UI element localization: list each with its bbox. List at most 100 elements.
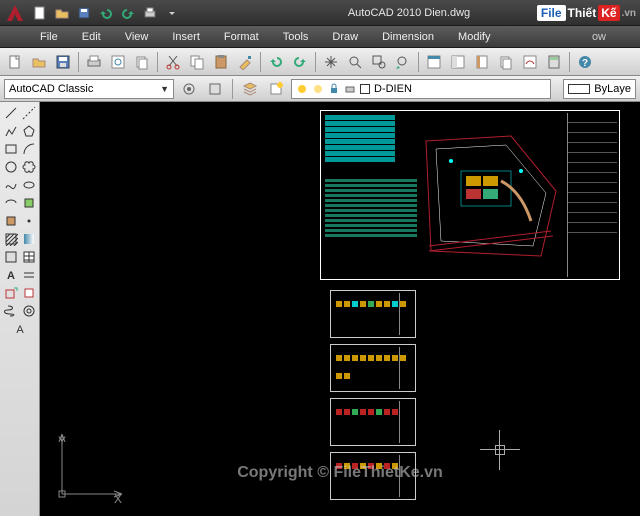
gradient-icon[interactable] — [20, 230, 37, 247]
toolpalettes-icon[interactable] — [471, 51, 493, 73]
zoom-window-icon[interactable] — [368, 51, 390, 73]
zoom-previous-icon[interactable] — [392, 51, 414, 73]
layer-combo[interactable]: D-DIEN — [291, 79, 551, 99]
menu-insert[interactable]: Insert — [162, 29, 210, 45]
plot-preview-icon[interactable] — [107, 51, 129, 73]
workspace-combo[interactable]: AutoCAD Classic ▼ — [4, 79, 174, 99]
table-icon[interactable] — [20, 248, 37, 265]
sheet-thumbnail — [330, 344, 416, 392]
open-icon[interactable] — [28, 51, 50, 73]
helix-icon[interactable] — [2, 302, 19, 319]
chevron-down-icon: ▼ — [160, 84, 169, 94]
qat-redo-icon[interactable] — [118, 3, 138, 23]
layer-manager-icon[interactable] — [239, 78, 261, 100]
sheet-thumbnail — [330, 398, 416, 446]
menu-tools[interactable]: Tools — [273, 29, 319, 45]
matchprop-icon[interactable] — [234, 51, 256, 73]
point-icon[interactable] — [20, 212, 37, 229]
layer-name: D-DIEN — [374, 83, 412, 95]
qat-dropdown-icon[interactable] — [162, 3, 182, 23]
rectangle-icon[interactable] — [2, 140, 19, 157]
insert-block-icon[interactable] — [20, 194, 37, 211]
add-selected-icon[interactable] — [2, 284, 19, 301]
title-bar: AutoCAD 2010 Dien.dwg FileThiếtKế.vn — [0, 0, 640, 26]
layer-plot-icon — [344, 83, 356, 95]
redo-icon[interactable] — [289, 51, 311, 73]
menu-file[interactable]: File — [30, 29, 68, 45]
layer-on-icon — [296, 83, 308, 95]
menu-edit[interactable]: Edit — [72, 29, 111, 45]
color-swatch — [568, 84, 590, 94]
cut-icon[interactable] — [162, 51, 184, 73]
text-icon[interactable]: A — [11, 320, 28, 337]
sheetset-icon[interactable] — [495, 51, 517, 73]
standard-toolbar: ? — [0, 48, 640, 76]
qat-plot-icon[interactable] — [140, 3, 160, 23]
hatch-icon[interactable] — [2, 230, 19, 247]
sheet-stack — [330, 290, 420, 506]
menu-draw[interactable]: Draw — [322, 29, 368, 45]
line-icon[interactable] — [2, 104, 19, 121]
mtext-icon[interactable]: A — [2, 266, 19, 283]
polyline-icon[interactable] — [2, 122, 19, 139]
undo-icon[interactable] — [265, 51, 287, 73]
notes-block — [325, 179, 417, 249]
construction-line-icon[interactable] — [20, 104, 37, 121]
copy-icon[interactable] — [186, 51, 208, 73]
workspace-toolbar: AutoCAD Classic ▼ D-DIEN ByLaye — [0, 76, 640, 102]
svg-text:A: A — [16, 324, 24, 336]
layer-color-swatch — [360, 84, 370, 94]
properties-icon[interactable] — [423, 51, 445, 73]
qat-open-icon[interactable] — [52, 3, 72, 23]
quick-access-toolbar — [30, 3, 182, 23]
paste-icon[interactable] — [210, 51, 232, 73]
ucs-y-label: Y — [58, 434, 66, 448]
menu-view[interactable]: View — [115, 29, 159, 45]
designcenter-icon[interactable] — [447, 51, 469, 73]
new-icon[interactable] — [4, 51, 26, 73]
arc-icon[interactable] — [20, 140, 37, 157]
ellipse-arc-icon[interactable] — [2, 194, 19, 211]
pan-icon[interactable] — [320, 51, 342, 73]
title-block — [567, 113, 617, 277]
sheet-thumbnail — [330, 452, 416, 500]
circle-icon[interactable] — [2, 158, 19, 175]
help-icon[interactable]: ? — [574, 51, 596, 73]
app-logo[interactable] — [4, 2, 26, 24]
workspace-label: AutoCAD Classic — [9, 83, 93, 95]
drawing-area[interactable]: Y X Copyright © FileThietKe.vn — [40, 102, 640, 516]
plot-icon[interactable] — [83, 51, 105, 73]
make-block-icon[interactable] — [2, 212, 19, 229]
schedule-table — [325, 115, 395, 175]
workspace-settings-icon[interactable] — [178, 78, 200, 100]
layer-states-icon[interactable] — [265, 78, 287, 100]
watermark-logo: FileThiếtKế.vn — [537, 2, 636, 24]
calc-icon[interactable] — [543, 51, 565, 73]
layer-freeze-icon — [312, 83, 324, 95]
menu-format[interactable]: Format — [214, 29, 269, 45]
menu-modify[interactable]: Modify — [448, 29, 500, 45]
draw-palette: A A — [0, 102, 40, 516]
polygon-icon[interactable] — [20, 122, 37, 139]
menu-dimension[interactable]: Dimension — [372, 29, 444, 45]
qat-new-icon[interactable] — [30, 3, 50, 23]
zoom-realtime-icon[interactable] — [344, 51, 366, 73]
region-icon[interactable] — [2, 248, 19, 265]
crosshair-cursor — [480, 430, 520, 470]
drawing-sheet-main — [320, 110, 620, 280]
save-icon[interactable] — [52, 51, 74, 73]
workspace-save-icon[interactable] — [204, 78, 226, 100]
sheet-thumbnail — [330, 290, 416, 338]
spline-icon[interactable] — [2, 176, 19, 193]
qat-save-icon[interactable] — [74, 3, 94, 23]
mline-icon[interactable] — [20, 266, 37, 283]
color-combo[interactable]: ByLaye — [563, 79, 636, 99]
wipeout-icon[interactable] — [20, 284, 37, 301]
ellipse-icon[interactable] — [20, 176, 37, 193]
publish-icon[interactable] — [131, 51, 153, 73]
donut-icon[interactable] — [20, 302, 37, 319]
qat-undo-icon[interactable] — [96, 3, 116, 23]
markup-icon[interactable] — [519, 51, 541, 73]
menu-overflow[interactable]: ow — [592, 31, 610, 43]
revcloud-icon[interactable] — [20, 158, 37, 175]
